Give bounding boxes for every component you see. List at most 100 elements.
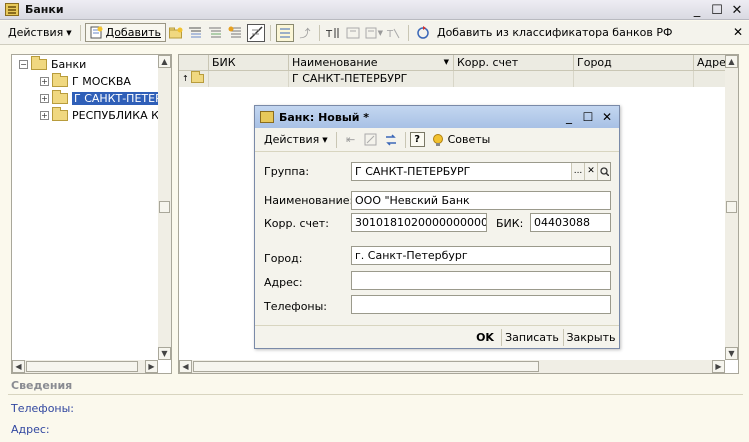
- folder-icon: [191, 71, 204, 83]
- city-field[interactable]: г. Санкт-Петербург: [351, 246, 611, 265]
- name-field[interactable]: ООО "Невский Банк: [351, 191, 611, 210]
- phones-label: Телефоны:: [264, 300, 328, 313]
- scroll-right-icon[interactable]: ▶: [145, 360, 158, 373]
- corr-cell: [454, 71, 574, 87]
- table-horizontal-scrollbar[interactable]: ◀ ▶: [179, 360, 725, 373]
- table-vertical-scrollbar[interactable]: ▲ ▼: [725, 55, 738, 360]
- tree-item-republic[interactable]: + РЕСПУБЛИКА К: [40, 106, 159, 123]
- actions-menu[interactable]: Действия ▼: [4, 24, 76, 41]
- tree-horizontal-scrollbar[interactable]: ◀ ▶: [12, 360, 158, 373]
- group-field-value: Г САНКТ-ПЕТЕРБУРГ: [355, 165, 471, 178]
- info-section-title: Сведения: [11, 379, 73, 392]
- close-button[interactable]: ✕: [729, 2, 745, 18]
- column-header[interactable]: Корр. счет: [454, 55, 574, 71]
- column-header[interactable]: Адрес: [694, 55, 726, 71]
- table-row[interactable]: ↑ Г САНКТ-ПЕТЕРБУРГ: [179, 71, 726, 87]
- tree-item-spb[interactable]: + Г САНКТ-ПЕТЕР: [40, 89, 164, 106]
- toolbar-separator: [79, 24, 81, 41]
- scroll-left-icon[interactable]: ◀: [179, 360, 192, 373]
- header-icon-column: [179, 55, 209, 71]
- window-titlebar: Банки _ ☐ ✕: [0, 0, 749, 20]
- toolbar-separator: [407, 24, 409, 41]
- dropdown-caret-icon: ▼: [66, 28, 72, 37]
- scroll-thumb[interactable]: [726, 201, 737, 213]
- structure-icon[interactable]: [362, 131, 380, 149]
- address-cell: [694, 71, 726, 87]
- tree-root[interactable]: − Банки: [19, 55, 87, 72]
- save-button[interactable]: Записать: [504, 329, 560, 346]
- info-divider: [8, 394, 743, 395]
- expand-icon[interactable]: +: [40, 93, 49, 103]
- folder-icon: [52, 89, 68, 104]
- switch-icon[interactable]: [382, 131, 400, 149]
- add-button[interactable]: Добавить: [84, 23, 166, 42]
- copy-icon[interactable]: [187, 24, 205, 42]
- dialog-toolbar: Действия ▼ ⇤ ? Советы: [255, 128, 619, 152]
- svg-text:T: T: [386, 29, 394, 40]
- clear-filter-icon[interactable]: T: [385, 24, 403, 42]
- column-header[interactable]: БИК: [209, 55, 289, 71]
- address-field[interactable]: [351, 271, 611, 290]
- go-back-icon[interactable]: ⇤: [342, 131, 360, 149]
- table-header: БИК Наименование ▼ Корр. счет Город Адре…: [179, 55, 726, 71]
- add-button-label: Добавить: [105, 26, 161, 39]
- folder-icon: [52, 72, 68, 87]
- main-toolbar: Действия ▼ Добавить ⤴ T ▼ T Добавить из …: [0, 21, 749, 45]
- scroll-down-icon[interactable]: ▼: [158, 347, 171, 360]
- scroll-thumb[interactable]: [26, 361, 138, 372]
- mark-delete-icon[interactable]: [227, 24, 245, 42]
- tips-button[interactable]: Советы: [448, 133, 491, 146]
- column-header[interactable]: Город: [574, 55, 694, 71]
- group-clear-button[interactable]: ✕: [584, 163, 597, 180]
- group-tree[interactable]: − Банки + Г МОСКВА + Г САНКТ-ПЕТЕР + РЕС…: [11, 54, 172, 374]
- hierarchy-icon[interactable]: [275, 23, 294, 42]
- scroll-left-icon[interactable]: ◀: [12, 360, 25, 373]
- dialog-close-button[interactable]: ✕: [599, 109, 615, 125]
- tree-root-label: Банки: [51, 57, 87, 71]
- refresh-icon[interactable]: [414, 24, 432, 42]
- group-field[interactable]: Г САНКТ-ПЕТЕРБУРГ ... ✕: [351, 162, 611, 181]
- scroll-up-icon[interactable]: ▲: [158, 55, 171, 68]
- column-header-sorted[interactable]: Наименование ▼: [289, 55, 454, 71]
- scroll-down-icon[interactable]: ▼: [725, 347, 738, 360]
- bik-field[interactable]: 04403088: [530, 213, 611, 232]
- tree-item-label: Г МОСКВА: [72, 74, 131, 88]
- group-search-icon[interactable]: [597, 163, 610, 180]
- filter-history-icon[interactable]: ▼: [365, 24, 383, 42]
- tips-icon[interactable]: [429, 131, 447, 149]
- filter-icon[interactable]: T: [325, 24, 343, 42]
- scroll-thumb[interactable]: [159, 201, 170, 213]
- dialog-minimize-button[interactable]: _: [561, 109, 577, 125]
- scroll-thumb[interactable]: [193, 361, 539, 372]
- expand-icon[interactable]: +: [40, 76, 49, 86]
- add-from-classifier-button[interactable]: Добавить из классификатора банков РФ: [437, 26, 673, 39]
- collapse-icon[interactable]: −: [19, 59, 28, 69]
- toolbar-close-icon[interactable]: ✕: [733, 25, 743, 39]
- add-group-icon[interactable]: [167, 24, 185, 42]
- minimize-button[interactable]: _: [689, 2, 705, 18]
- dialog-title: Банк: Новый *: [279, 110, 370, 124]
- level-up-icon[interactable]: ⤴: [296, 24, 314, 42]
- scroll-up-icon[interactable]: ▲: [725, 55, 738, 68]
- tree-vertical-scrollbar[interactable]: ▲ ▼: [158, 55, 171, 360]
- scroll-right-icon[interactable]: ▶: [712, 360, 725, 373]
- info-address-label: Адрес:: [11, 423, 50, 436]
- edit-icon[interactable]: [207, 24, 225, 42]
- dialog-actions-menu[interactable]: Действия ▼: [260, 131, 332, 148]
- help-button[interactable]: ?: [409, 132, 425, 147]
- dialog-titlebar: Банк: Новый * _ ☐ ✕: [255, 106, 619, 128]
- ok-button[interactable]: OK: [471, 329, 499, 346]
- catalog-icon: [260, 111, 274, 123]
- delete-icon[interactable]: [246, 23, 265, 42]
- tree-item-moscow[interactable]: + Г МОСКВА: [40, 72, 131, 89]
- toolbar-separator: [318, 24, 320, 41]
- phones-field[interactable]: [351, 295, 611, 314]
- maximize-button[interactable]: ☐: [709, 2, 725, 18]
- group-select-button[interactable]: ...: [571, 163, 584, 180]
- corr-account-field[interactable]: 30101810200000000008: [351, 213, 487, 232]
- expand-icon[interactable]: +: [40, 110, 49, 120]
- close-dialog-button[interactable]: Закрыть: [566, 329, 616, 346]
- filter-by-value-icon[interactable]: [345, 24, 363, 42]
- name-cell: Г САНКТ-ПЕТЕРБУРГ: [289, 71, 454, 87]
- dialog-maximize-button[interactable]: ☐: [580, 109, 596, 125]
